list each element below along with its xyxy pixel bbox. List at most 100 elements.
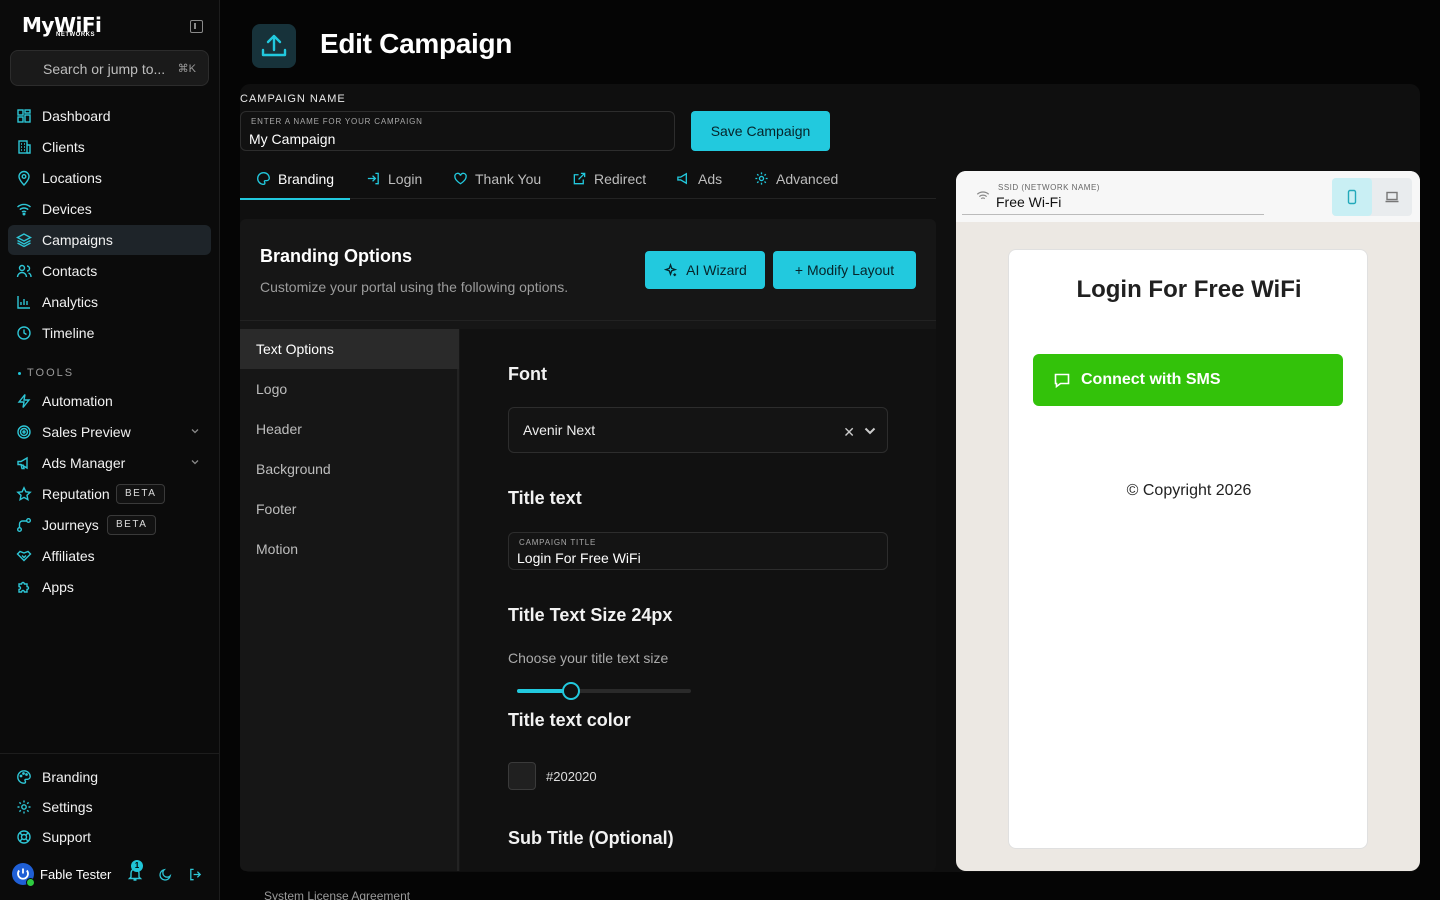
sidebar-item-label: Ads Manager — [42, 455, 126, 471]
tab-branding[interactable]: Branding — [240, 158, 351, 200]
tab-thank-you[interactable]: Thank You — [437, 158, 557, 199]
sidebar-item-settings[interactable]: Settings — [8, 792, 211, 822]
campaign-name-hint: ENTER A NAME FOR YOUR CAMPAIGN — [251, 117, 423, 126]
modify-layout-button[interactable]: + Modify Layout — [773, 251, 916, 289]
branding-submenu: Text Options Logo Header Background Foot… — [240, 329, 459, 871]
sidebar-item-label: Support — [42, 829, 92, 845]
tab-advanced[interactable]: Advanced — [738, 158, 854, 199]
submenu-footer[interactable]: Footer — [240, 489, 459, 529]
sidebar-item-contacts[interactable]: Contacts — [8, 256, 211, 286]
chevron-down-icon[interactable] — [189, 456, 201, 468]
logout-icon[interactable] — [188, 867, 203, 882]
campaign-name-input[interactable] — [249, 131, 649, 147]
sidebar-item-label: Sales Preview — [42, 424, 131, 440]
star-icon — [16, 486, 32, 501]
ssid-input[interactable] — [996, 194, 1256, 210]
tools-heading: TOOLS — [18, 367, 74, 379]
license-agreement-link[interactable]: System License Agreement — [264, 889, 410, 900]
sidebar-item-support[interactable]: Support — [8, 822, 211, 852]
chevron-down-icon[interactable] — [189, 425, 201, 437]
sidebar-item-sales-preview[interactable]: Sales Preview — [8, 417, 211, 447]
ssid-label: SSID (NETWORK NAME) — [998, 183, 1100, 192]
notification-count: 1 — [131, 860, 143, 872]
campaign-title-input[interactable] — [517, 550, 877, 566]
sidebar-item-locations[interactable]: Locations — [8, 163, 211, 193]
sidebar-item-devices[interactable]: Devices — [8, 194, 211, 224]
search-placeholder: Search or jump to... — [43, 61, 166, 77]
sidebar-item-label: Contacts — [42, 263, 98, 279]
title-size-slider[interactable] — [517, 682, 691, 700]
mobile-view-button[interactable] — [1332, 178, 1372, 216]
subtitle-heading: Sub Title (Optional) — [508, 828, 674, 848]
title-color-swatch[interactable] — [508, 762, 536, 790]
slider-thumb[interactable] — [561, 682, 580, 700]
chat-icon — [1054, 373, 1070, 389]
portal-title: Login For Free WiFi — [1076, 276, 1302, 303]
sidebar-item-branding[interactable]: Branding — [8, 762, 211, 792]
font-heading: Font — [508, 364, 547, 384]
clear-icon[interactable]: ✕ — [843, 424, 855, 441]
page-title: Edit Campaign — [320, 28, 513, 59]
login-icon — [367, 172, 379, 185]
users-icon — [16, 264, 32, 278]
search-box[interactable]: Search or jump to... ⌘K — [10, 50, 209, 86]
sidebar-item-automation[interactable]: Automation — [8, 386, 211, 416]
sidebar-item-campaigns[interactable]: Campaigns — [8, 225, 211, 255]
submenu-header[interactable]: Header — [240, 409, 459, 449]
connect-sms-label: Connect with SMS — [1081, 371, 1221, 388]
tab-label: Redirect — [594, 170, 647, 187]
submenu-text-options[interactable]: Text Options — [240, 329, 459, 369]
layers-icon — [16, 233, 32, 248]
laptop-icon — [1385, 191, 1399, 203]
title-size-hint: Choose your title text size — [508, 650, 669, 666]
sidebar-item-label: Devices — [42, 201, 92, 217]
campaign-title-field: CAMPAIGN TITLE — [508, 532, 888, 570]
avatar[interactable] — [12, 863, 35, 887]
submenu-logo[interactable]: Logo — [240, 369, 459, 409]
save-campaign-button[interactable]: Save Campaign — [691, 111, 830, 151]
sidebar-item-label: Dashboard — [42, 108, 111, 124]
sidebar-item-analytics[interactable]: Analytics — [8, 287, 211, 317]
tab-label: Ads — [698, 170, 723, 187]
upload-icon — [261, 34, 287, 57]
tab-label: Login — [388, 170, 423, 187]
sidebar-item-label: Settings — [42, 799, 93, 815]
sidebar-item-ads-manager[interactable]: Ads Manager — [8, 448, 211, 478]
ai-wizard-button[interactable]: AI Wizard — [645, 251, 765, 289]
connect-sms-button[interactable]: Connect with SMS — [1033, 354, 1343, 406]
campaign-title-hint: CAMPAIGN TITLE — [519, 538, 597, 547]
title-text-heading: Title text — [508, 488, 582, 508]
branding-options-card: Branding Options Customize your portal u… — [240, 219, 936, 871]
sidebar-item-clients[interactable]: Clients — [8, 132, 211, 162]
tab-label: Advanced — [776, 170, 839, 187]
wifi-icon — [17, 203, 31, 216]
font-select[interactable]: Avenir Next ✕ — [508, 407, 888, 453]
preview-toolbar: SSID (NETWORK NAME) — [956, 171, 1420, 222]
modify-layout-label: + Modify Layout — [794, 262, 895, 278]
collapse-sidebar-icon[interactable] — [190, 20, 203, 33]
sidebar-item-apps[interactable]: Apps — [8, 572, 211, 602]
moon-icon[interactable] — [158, 867, 173, 882]
sidebar-item-reputation[interactable]: Reputation BETA — [8, 479, 211, 509]
chevron-down-icon[interactable] — [863, 424, 877, 438]
sidebar-item-label: Timeline — [42, 325, 95, 341]
sidebar-item-label: Apps — [42, 579, 74, 595]
campaign-name-label: CAMPAIGN NAME — [240, 93, 346, 105]
desktop-view-button[interactable] — [1372, 178, 1412, 216]
sidebar-item-journeys[interactable]: Journeys BETA — [8, 510, 211, 540]
tab-redirect[interactable]: Redirect — [556, 158, 662, 199]
sidebar-item-timeline[interactable]: Timeline — [8, 318, 211, 348]
submenu-motion[interactable]: Motion — [240, 529, 459, 569]
sidebar-item-label: Journeys — [42, 517, 99, 533]
route-icon — [17, 518, 31, 532]
tab-login[interactable]: Login — [350, 158, 438, 199]
sidebar-item-affiliates[interactable]: Affiliates — [8, 541, 211, 571]
sidebar-item-dashboard[interactable]: Dashboard — [8, 101, 211, 131]
sparkles-icon — [663, 262, 678, 276]
portal-preview: SSID (NETWORK NAME) Login For Free WiFi … — [956, 171, 1420, 871]
tab-ads[interactable]: Ads — [660, 158, 738, 199]
submenu-background[interactable]: Background — [240, 449, 459, 489]
brand-logo[interactable]: MyWiFi NETWORKS — [22, 14, 142, 42]
heart-icon — [454, 172, 467, 185]
tab-label: Thank You — [475, 170, 542, 187]
